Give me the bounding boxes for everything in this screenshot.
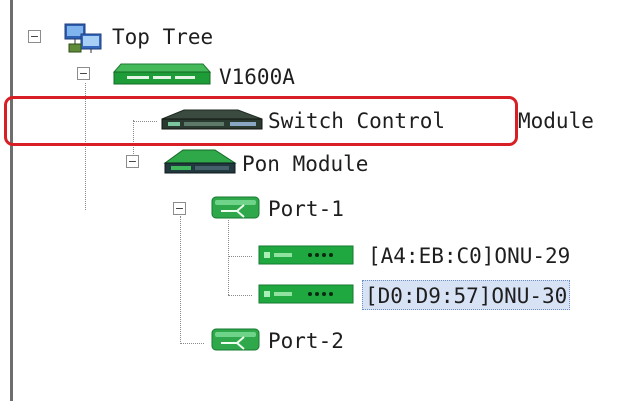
tree-connector (228, 220, 229, 295)
onu-label-29[interactable]: [A4:EB:C0]ONU-29 (368, 241, 570, 271)
pon-module-icon (163, 149, 237, 174)
tree-left-border (10, 0, 13, 401)
port-icon (211, 328, 260, 351)
highlight-box (4, 96, 518, 146)
tree-node-switch-module-label-tail[interactable]: Module (518, 106, 594, 136)
collapse-toggle-pon-module[interactable]: − (126, 155, 139, 168)
onu-icon (258, 245, 354, 265)
onu-icon (258, 284, 354, 304)
network-computer-icon (64, 23, 102, 53)
tree-connector (228, 256, 252, 257)
device-tree: − Top Tree − V1600A Switch Control Modul… (0, 0, 633, 401)
collapse-toggle-root[interactable]: − (28, 30, 41, 43)
tree-connector (228, 295, 252, 296)
tree-node-device-label[interactable]: V1600A (219, 62, 295, 92)
collapse-toggle-port-1[interactable]: − (173, 202, 186, 215)
tree-node-port-2-label[interactable]: Port-2 (268, 326, 344, 356)
onu-label-30[interactable]: [D0:D9:57]ONU-30 (362, 280, 571, 310)
tree-node-pon-module-label[interactable]: Pon Module (242, 149, 368, 179)
tree-node-root-label[interactable]: Top Tree (112, 22, 213, 52)
port-icon (211, 196, 260, 219)
tree-node-port-1-label[interactable]: Port-1 (268, 194, 344, 224)
tree-connector (180, 216, 181, 344)
tree-connector (180, 343, 204, 344)
collapse-toggle-device[interactable]: − (77, 67, 90, 80)
olt-chassis-icon (113, 63, 211, 85)
